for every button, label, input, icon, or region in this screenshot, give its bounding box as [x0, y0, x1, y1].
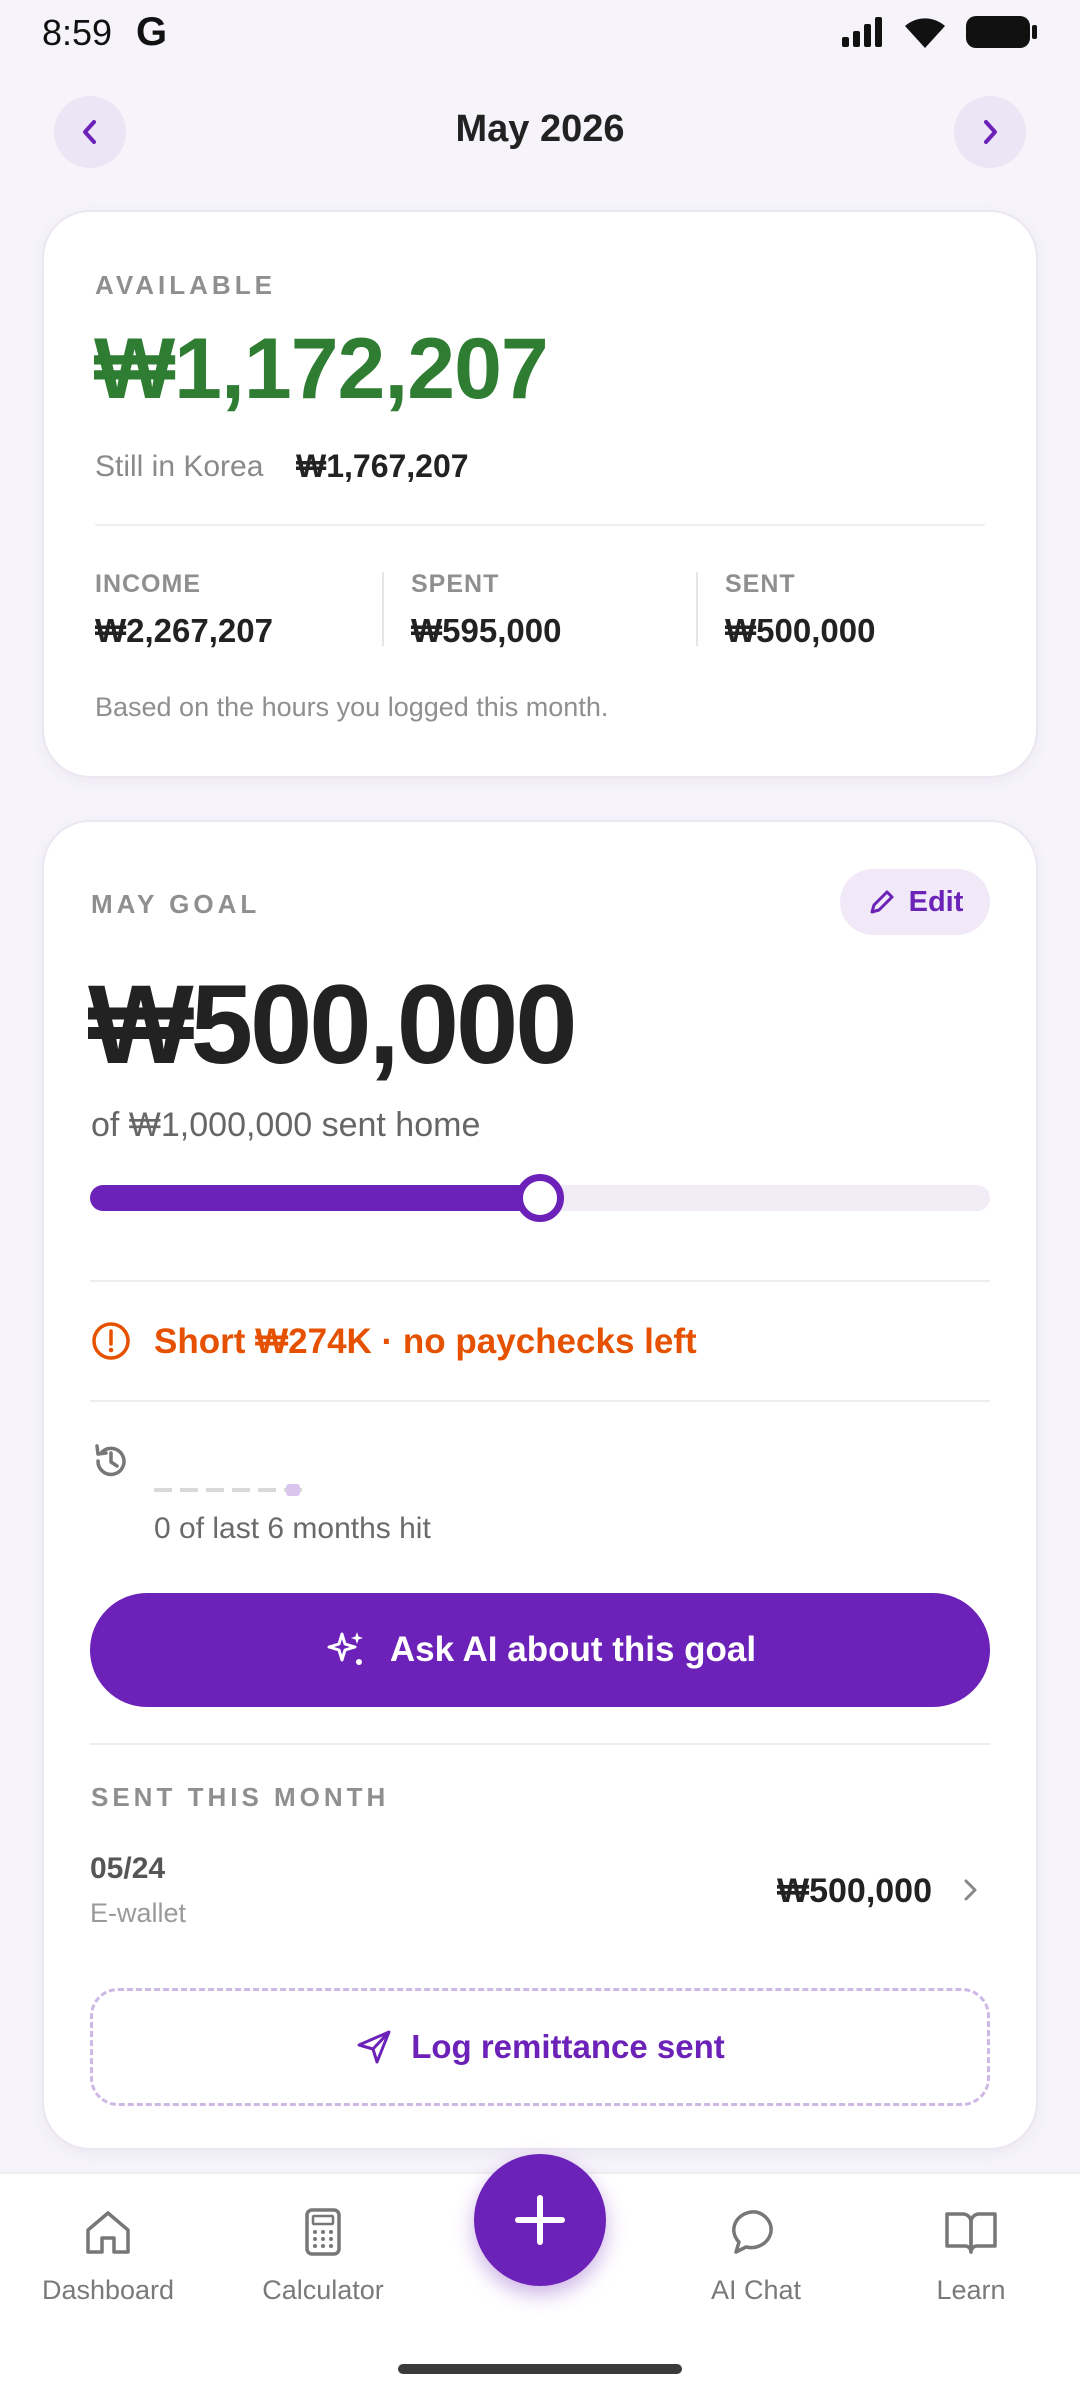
sent-label: SENT [725, 570, 796, 598]
send-icon [357, 2030, 391, 2064]
goal-divider [90, 1400, 990, 1402]
remittance-date: 05/24 [90, 1852, 166, 1885]
ask-ai-button[interactable]: Ask AI about this goal [90, 1593, 990, 1707]
income-label: INCOME [95, 570, 201, 598]
still-in-korea-label: Still in Korea [95, 450, 264, 483]
ask-ai-label: Ask AI about this goal [389, 1630, 757, 1669]
book-icon [945, 2212, 997, 2254]
calculator-icon [305, 2208, 341, 2256]
current-month-marker [286, 1484, 300, 1496]
remittance-method: E-wallet [90, 1898, 187, 1928]
signal-icon [842, 17, 882, 47]
stat-divider [696, 572, 698, 646]
spent-label: SPENT [411, 570, 500, 598]
available-amount: ₩1,172,207 [94, 321, 549, 417]
nav-label: Learn [936, 2275, 1006, 2305]
log-remittance-button[interactable]: Log remittance sent [90, 1988, 990, 2106]
goal-progress-knob [516, 1174, 564, 1222]
chat-icon [732, 2210, 773, 2254]
sent-value: ₩500,000 [725, 612, 876, 649]
still-in-korea-amount: ₩1,767,207 [296, 448, 469, 484]
goal-subtitle: of ₩1,000,000 sent home [91, 1106, 481, 1144]
spent-value: ₩595,000 [411, 612, 562, 649]
history-icon [95, 1444, 126, 1477]
goal-divider [90, 1743, 990, 1745]
nav-label: AI Chat [710, 2275, 802, 2305]
status-time: 8:59 [42, 12, 113, 53]
remittance-amount: ₩500,000 [777, 1872, 932, 1910]
history-summary: 0 of last 6 months hit [154, 1512, 431, 1545]
goal-label: MAY GOAL [91, 889, 261, 919]
sparkles-icon [327, 1632, 363, 1665]
warning-icon [92, 1322, 130, 1360]
remittance-row[interactable]: 05/24 E-wallet ₩500,000 [90, 1840, 990, 1940]
edit-goal-button[interactable]: Edit [840, 869, 990, 935]
battery-icon [966, 16, 1037, 48]
history-dashes [154, 1488, 302, 1492]
goal-sent-amount: ₩500,000 [88, 962, 578, 1087]
month-title: May 2026 [455, 108, 625, 150]
nav-ai-chat[interactable]: AI Chat [666, 2204, 846, 2306]
wifi-icon [905, 18, 945, 48]
goal-warning: Short ₩274K · no paychecks left [154, 1322, 697, 1361]
nav-calculator[interactable]: Calculator [233, 2204, 413, 2306]
google-app-icon: G [136, 10, 168, 54]
status-icons [840, 14, 1040, 50]
nav-label: Dashboard [41, 2275, 175, 2305]
stat-divider [382, 572, 384, 646]
nav-label: Calculator [262, 2275, 384, 2305]
nav-learn[interactable]: Learn [881, 2204, 1061, 2306]
chevron-right-icon [964, 1879, 977, 1901]
plus-icon [515, 2195, 565, 2245]
sent-this-month-label: SENT THIS MONTH [91, 1782, 390, 1812]
home-icon [86, 2211, 130, 2254]
pencil-icon [870, 890, 894, 914]
summary-note: Based on the hours you logged this month… [95, 692, 609, 722]
add-button[interactable] [474, 2154, 606, 2286]
goal-divider [90, 1280, 990, 1282]
next-month-button[interactable] [954, 96, 1026, 168]
summary-divider [95, 524, 985, 526]
edit-goal-label: Edit [908, 885, 964, 918]
log-remittance-label: Log remittance sent [411, 2028, 725, 2065]
chevron-right-icon [984, 120, 997, 144]
income-value: ₩2,267,207 [95, 612, 273, 649]
nav-dashboard[interactable]: Dashboard [18, 2204, 198, 2306]
home-indicator [398, 2364, 682, 2374]
available-label: AVAILABLE [95, 270, 276, 300]
goal-progress-fill [90, 1185, 540, 1211]
